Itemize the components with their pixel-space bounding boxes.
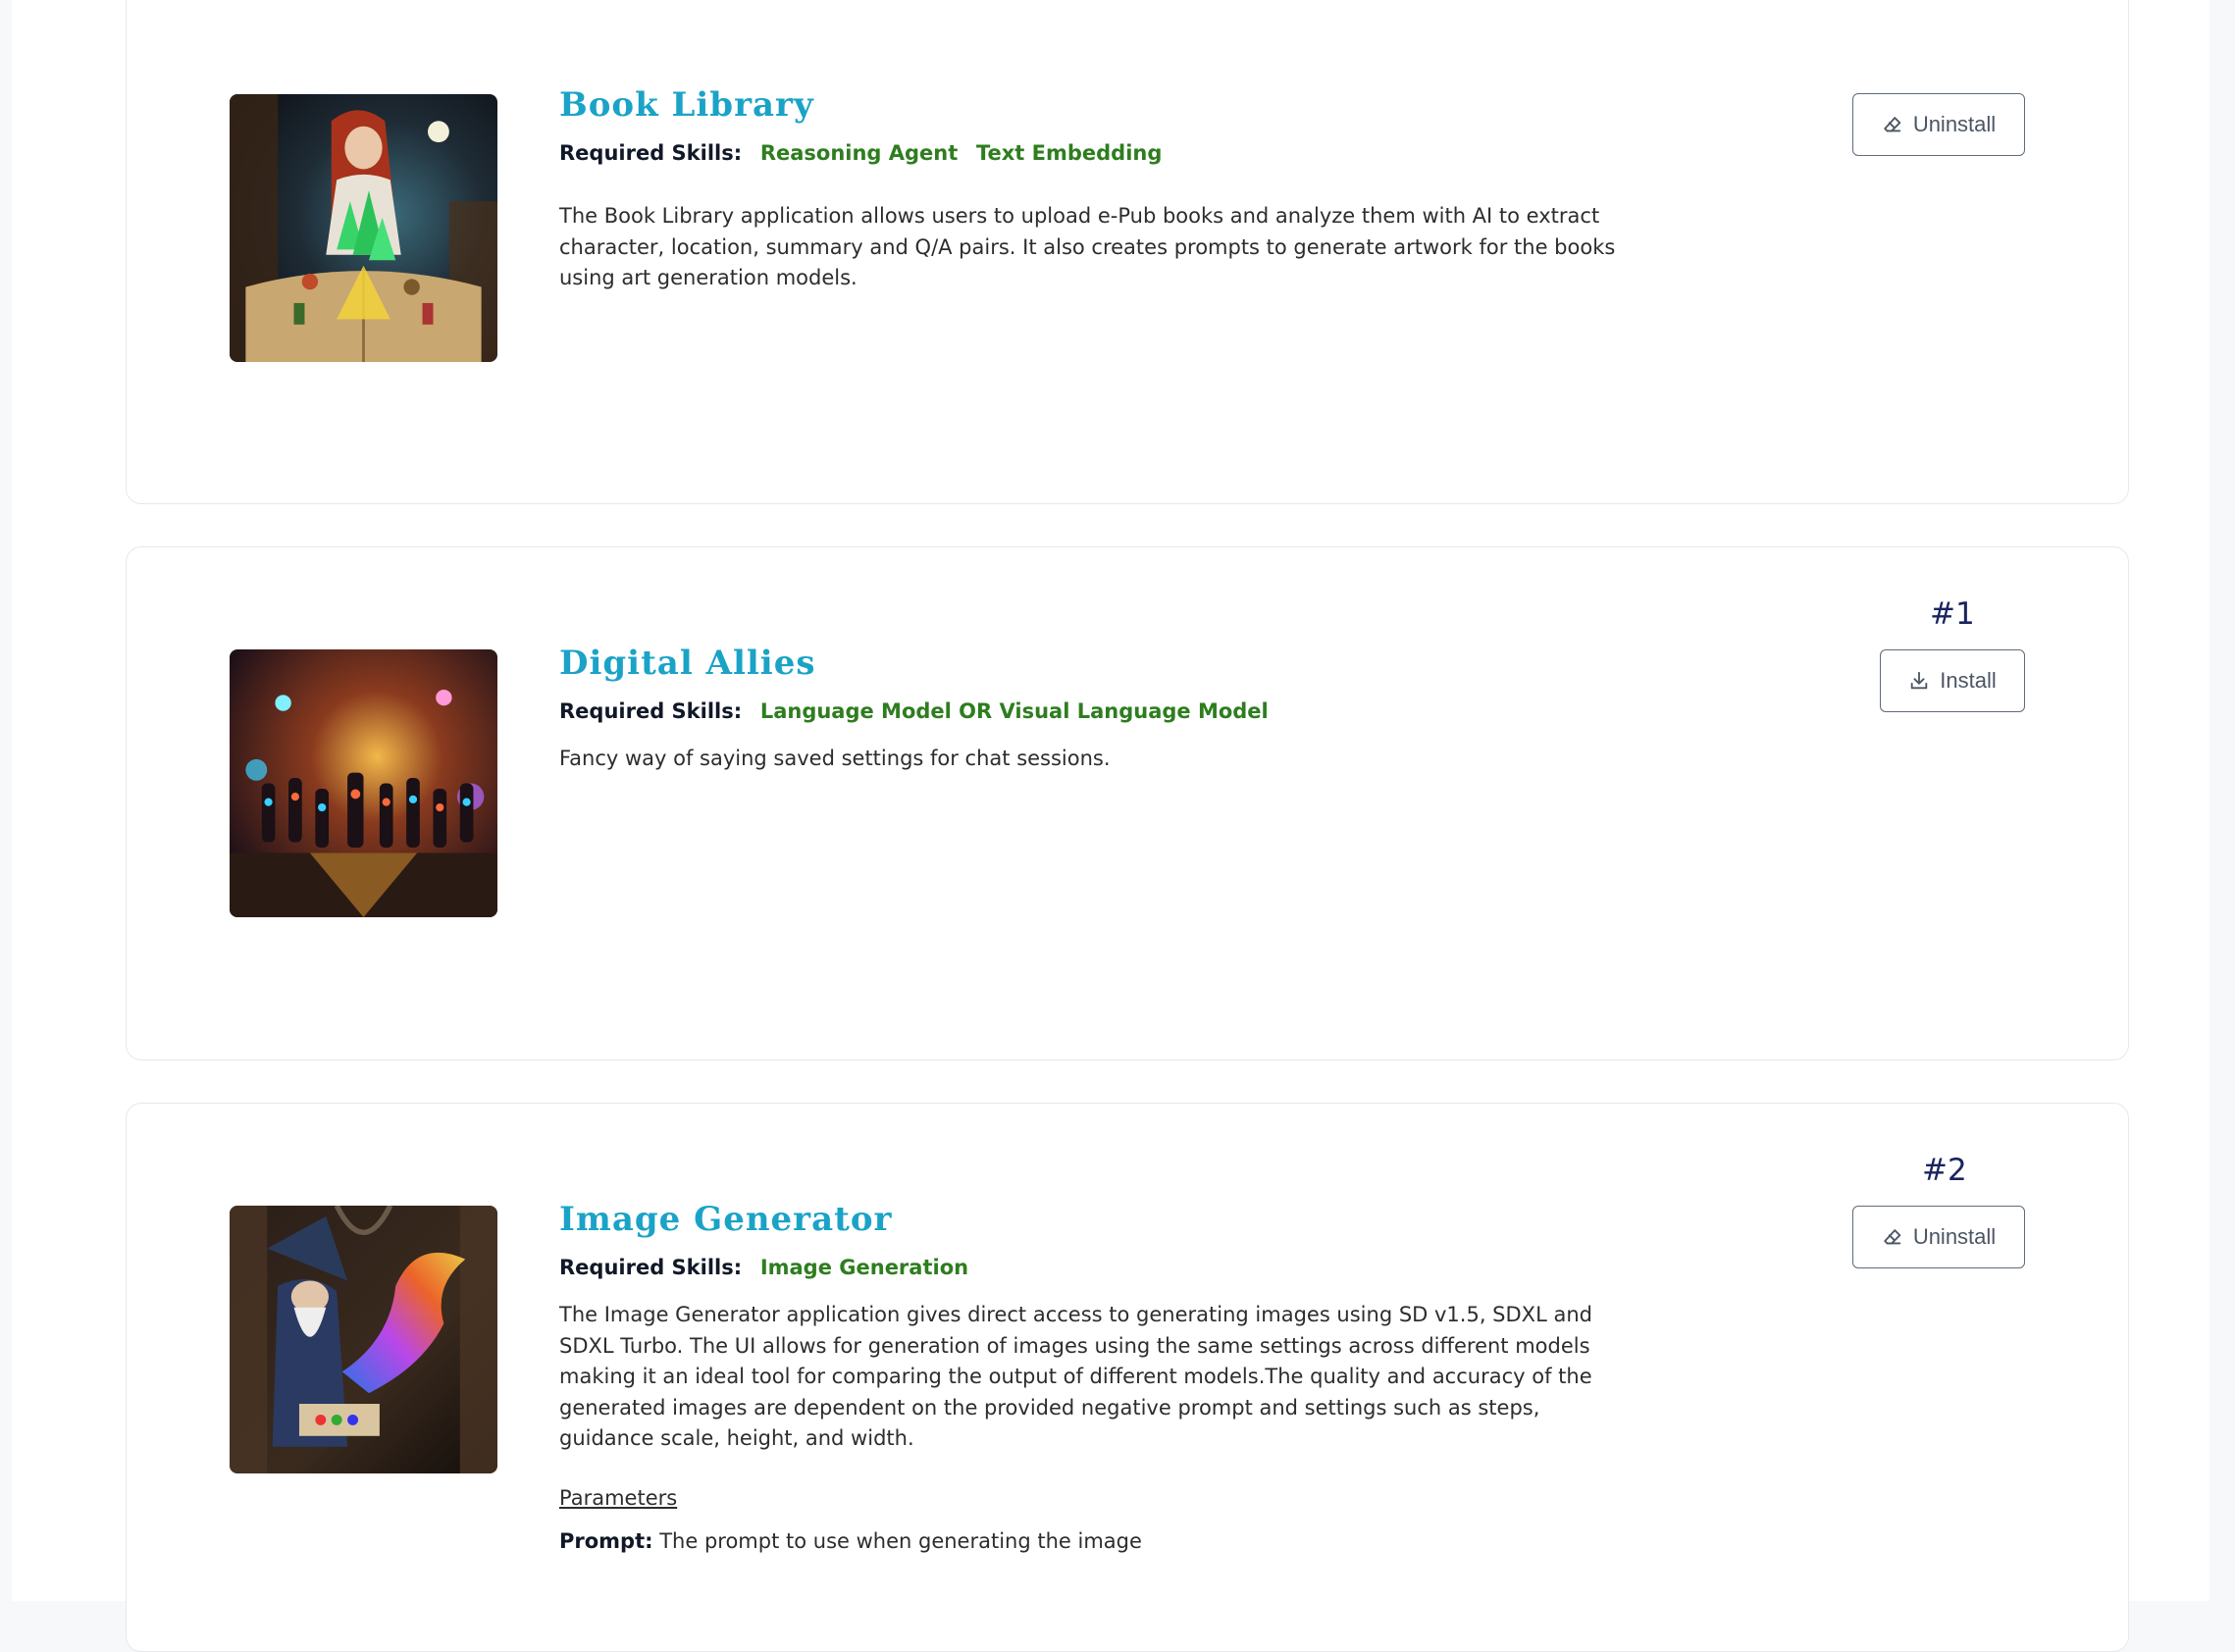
- app-title: Digital Allies: [559, 644, 816, 683]
- uninstall-button[interactable]: Uninstall: [1852, 1206, 2025, 1268]
- rank-label: #2: [1922, 1153, 1967, 1188]
- parameter-name: Prompt:: [559, 1528, 653, 1553]
- uninstall-label: Uninstall: [1912, 1224, 1997, 1249]
- download-icon: [1908, 670, 1930, 692]
- parameter-text: The prompt to use when generating the im…: [659, 1528, 1142, 1553]
- uninstall-button[interactable]: Uninstall: [1852, 93, 2025, 156]
- required-skills: Required Skills: Image Generation: [559, 1253, 1678, 1282]
- image-generator-content: Image Generator Required Skills: Image G…: [559, 1198, 1678, 1553]
- book-library-content: Book Library Required Skills: Reasoning …: [559, 83, 1678, 294]
- required-skills-label: Required Skills:: [559, 1256, 743, 1279]
- app-description: The Book Library application allows user…: [559, 204, 1616, 289]
- required-skills-label: Required Skills:: [559, 141, 743, 165]
- install-button[interactable]: Install: [1880, 649, 2025, 712]
- install-label: Install: [1940, 668, 1997, 693]
- digital-allies-thumbnail: [230, 649, 497, 917]
- digital-allies-content: Digital Allies Required Skills: Language…: [559, 642, 1678, 775]
- parameters-link[interactable]: Parameters: [559, 1486, 677, 1510]
- skill-language-model: Language Model OR Visual Language Model: [759, 699, 1269, 723]
- required-skills: Required Skills: Language Model OR Visua…: [559, 697, 1678, 726]
- eraser-icon: [1882, 114, 1903, 135]
- book-library-thumbnail: [230, 94, 497, 362]
- skill-image-generation: Image Generation: [759, 1256, 969, 1279]
- app-card-digital-allies: #1 Digital Allies Required Skills: Langu…: [126, 546, 2129, 1060]
- app-card-image-generator: #2 Image Generator Required Skills: Imag…: [126, 1103, 2129, 1652]
- required-skills-label: Required Skills:: [559, 699, 743, 723]
- app-title: Image Generator: [559, 1200, 893, 1239]
- app-title: Book Library: [559, 85, 814, 125]
- skill-text-embedding: Text Embedding: [975, 141, 1163, 165]
- uninstall-label: Uninstall: [1912, 112, 1997, 136]
- image-generator-thumbnail: [230, 1206, 497, 1473]
- app-description: The Image Generator application gives di…: [559, 1303, 1592, 1450]
- app-description: Fancy way of saying saved settings for c…: [559, 747, 1111, 770]
- skill-reasoning-agent: Reasoning Agent: [759, 141, 959, 165]
- required-skills: Required Skills: Reasoning Agent Text Em…: [559, 138, 1678, 168]
- parameter-prompt: Prompt: The prompt to use when generatin…: [559, 1529, 1678, 1553]
- rank-label: #1: [1930, 596, 1975, 632]
- app-card-book-library: Book Library Required Skills: Reasoning …: [126, 0, 2129, 504]
- eraser-icon: [1882, 1226, 1903, 1248]
- app-list-page: Book Library Required Skills: Reasoning …: [12, 0, 2209, 1652]
